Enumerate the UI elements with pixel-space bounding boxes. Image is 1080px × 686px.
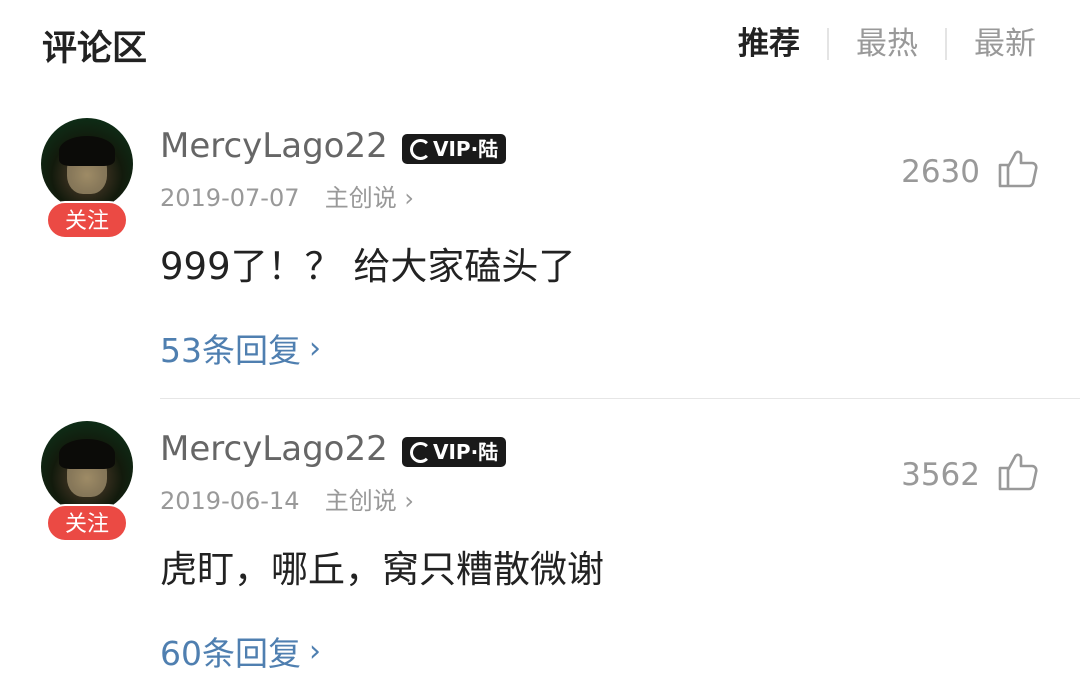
sort-tab-hottest[interactable]: 最热 bbox=[856, 22, 918, 66]
avatar[interactable] bbox=[41, 118, 133, 210]
chevron-right-icon: › bbox=[404, 184, 415, 212]
section-title: 评论区 bbox=[42, 29, 148, 69]
comment-item: 关注 MercyLago22 VIP·陆 2019-06-14 主创说 › 35… bbox=[0, 421, 1080, 681]
chevron-right-icon: › bbox=[404, 487, 415, 515]
comment-text: 虎盯，哪丘，窝只糟散微谢 bbox=[160, 548, 604, 591]
sort-tabs: 推荐 最热 最新 bbox=[738, 22, 1036, 66]
tab-divider bbox=[945, 28, 947, 60]
comment-meta: 2019-06-14 主创说 › bbox=[160, 481, 414, 516]
comment-divider bbox=[160, 398, 1080, 399]
vip-c-icon bbox=[410, 441, 431, 463]
follow-button[interactable]: 关注 bbox=[46, 504, 128, 542]
avatar[interactable] bbox=[41, 421, 133, 513]
vip-badge: VIP·陆 bbox=[402, 437, 507, 467]
sort-tab-recommended[interactable]: 推荐 bbox=[738, 22, 800, 66]
username[interactable]: MercyLago22 bbox=[160, 429, 388, 469]
view-replies-link[interactable]: 60条回复 › bbox=[160, 627, 321, 675]
creator-link[interactable]: 主创说 bbox=[325, 487, 397, 515]
comment-meta: 2019-07-07 主创说 › bbox=[160, 178, 414, 213]
follow-button[interactable]: 关注 bbox=[46, 201, 128, 239]
comment-date: 2019-07-07 bbox=[160, 184, 300, 212]
creator-link[interactable]: 主创说 bbox=[325, 184, 397, 212]
like-count: 3562 bbox=[901, 457, 980, 493]
chevron-right-icon: › bbox=[309, 633, 321, 669]
thumbs-up-icon[interactable] bbox=[996, 449, 1040, 493]
vip-badge: VIP·陆 bbox=[402, 134, 507, 164]
vip-c-icon bbox=[410, 138, 431, 160]
sort-tab-newest[interactable]: 最新 bbox=[974, 22, 1036, 66]
comment-date: 2019-06-14 bbox=[160, 487, 300, 515]
tab-divider bbox=[827, 28, 829, 60]
view-replies-link[interactable]: 53条回复 › bbox=[160, 324, 321, 372]
comment-item: 关注 MercyLago22 VIP·陆 2019-07-07 主创说 › 26… bbox=[0, 118, 1080, 378]
like-count: 2630 bbox=[901, 154, 980, 190]
username[interactable]: MercyLago22 bbox=[160, 126, 388, 166]
thumbs-up-icon[interactable] bbox=[996, 146, 1040, 190]
comment-text: 999了！？ 给大家磕头了 bbox=[160, 245, 576, 288]
chevron-right-icon: › bbox=[309, 330, 321, 366]
